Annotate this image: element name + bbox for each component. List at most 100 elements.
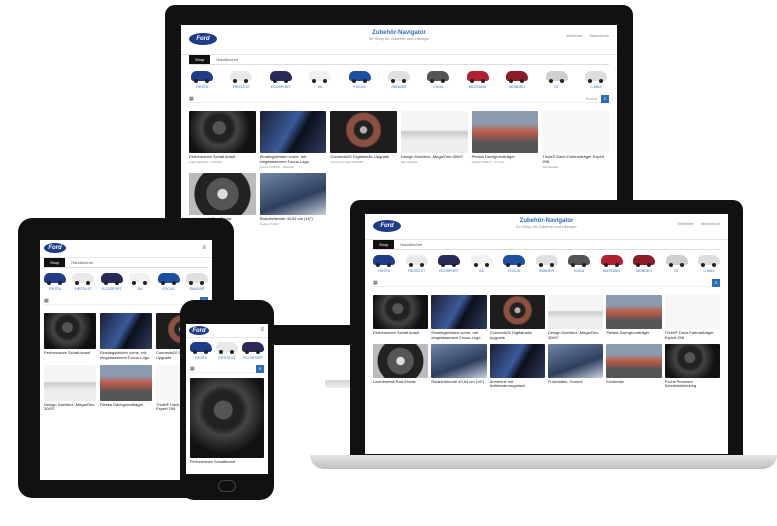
product-name: Fußmatten, Gummi <box>547 378 583 384</box>
model-item[interactable]: FIESTA <box>191 71 213 89</box>
tab-shop[interactable]: Shop <box>189 55 211 64</box>
search-bar: ▦ ⌕ <box>190 364 264 373</box>
tab-handbuecher[interactable]: Handbücher <box>65 258 99 267</box>
model-item[interactable]: FIESTA ST <box>216 342 238 360</box>
tab-shop[interactable]: Shop <box>373 240 395 249</box>
model-item[interactable]: C-MAX <box>584 71 607 89</box>
product-fitment: Alle Modelle <box>542 164 559 169</box>
model-item[interactable]: RANGER <box>535 255 558 273</box>
product-card[interactable]: Connects20 Digitalradio Upgrade <box>489 295 545 341</box>
model-item[interactable]: FOCUS <box>348 71 371 89</box>
link-warenkorb[interactable]: Warenkorb <box>590 33 609 38</box>
car-image <box>584 71 607 83</box>
car-image <box>185 273 208 285</box>
car-image <box>309 71 332 83</box>
product-card[interactable]: Design Dachbox „Mega/Orio 300G“ <box>547 295 604 341</box>
product-card[interactable]: Armlehne mit Aufbewahrungsfach <box>489 343 545 390</box>
ford-logo[interactable]: Ford <box>189 326 209 335</box>
grid-view-icon[interactable]: ▦ <box>189 96 194 102</box>
model-item[interactable]: ECOSPORT <box>438 255 460 273</box>
grid-view-icon[interactable]: ▦ <box>190 366 195 372</box>
model-item[interactable]: RANGER <box>387 71 410 89</box>
product-card[interactable]: Performance Schalt-knauf <box>373 295 429 341</box>
car-image <box>545 71 568 83</box>
phone-product-card[interactable]: Performance Schaltknauf <box>186 376 268 467</box>
product-image <box>100 313 152 349</box>
product-card[interactable]: Performance Schalt-knauf <box>44 313 96 361</box>
product-card[interactable]: Einstiegsleisten vorne, mit eingelassene… <box>259 111 327 169</box>
tab-shop[interactable]: Shop <box>44 258 66 267</box>
model-item[interactable]: KUGA <box>568 255 590 273</box>
product-card[interactable]: Design Dachbox „Mega/Orio 300G“ <box>44 364 96 413</box>
model-item[interactable]: FIESTA <box>190 342 212 360</box>
product-name: Connects20 Digitalradio Upgrade <box>489 330 533 340</box>
model-item[interactable]: GT <box>545 71 568 89</box>
product-card[interactable]: Pleska Dachgrundträger Fiesta 07/2017 – 5… <box>471 111 539 169</box>
model-item[interactable]: MUSTANG <box>600 255 623 273</box>
model-item[interactable]: KUGA <box>427 71 450 89</box>
car-image <box>506 71 529 83</box>
product-card[interactable]: Radzierblende 40,64 cm (16") <box>431 343 487 390</box>
car-image <box>466 71 489 83</box>
product-name: Design Dachbox „Mega/Orio 300G“ <box>44 401 95 412</box>
model-item[interactable]: FIESTA ST <box>405 255 428 273</box>
link-merkliste[interactable]: Merkliste <box>677 221 693 226</box>
model-item[interactable]: FIESTA ST <box>230 71 253 89</box>
model-item[interactable]: KA <box>470 255 493 273</box>
search-icon[interactable]: ⌕ <box>601 94 609 103</box>
tab-bar: Shop Handbücher <box>373 240 720 250</box>
model-item[interactable]: FOCUS <box>503 255 525 273</box>
product-card[interactable]: Pleska Dachgrundträger <box>100 364 152 413</box>
product-card[interactable]: Connects20 Digitalradio Upgrade Transit C… <box>330 111 397 169</box>
product-card[interactable]: Fußmatten, Gummi <box>547 343 604 390</box>
grid-view-icon[interactable]: ▦ <box>44 298 49 304</box>
model-item[interactable]: MONDEO <box>506 71 529 89</box>
model-item[interactable]: ECOSPORT <box>100 273 123 291</box>
car-image <box>72 273 95 285</box>
product-card[interactable]: Pleska Dachgrundträger <box>606 295 662 341</box>
tab-handbuecher[interactable]: Handbücher <box>394 240 428 249</box>
product-card[interactable]: Leichtmetall-Rad-Ersatz <box>373 343 429 390</box>
model-item[interactable]: MUSTANG <box>466 71 489 89</box>
model-label: C-MAX <box>590 85 602 89</box>
product-card[interactable]: Einstiegsleisten vorne, mit eingelassene… <box>431 295 487 341</box>
search-icon[interactable]: ⌕ <box>712 278 720 287</box>
product-fitment: Alle Modelle <box>400 159 418 164</box>
model-item[interactable]: GT <box>665 255 688 273</box>
model-label: MONDEO <box>636 269 652 273</box>
product-card[interactable]: Einstiegsleisten vorne, mit eingelassene… <box>100 313 152 361</box>
ford-logo[interactable]: Ford <box>44 243 66 253</box>
car-image <box>633 255 655 267</box>
model-item[interactable]: ECOSPORT <box>242 342 264 360</box>
menu-icon[interactable]: ≡ <box>202 245 206 251</box>
product-card[interactable]: Design Dachbox „Mega/Orio 300G“ Alle Mode… <box>400 111 468 169</box>
model-item[interactable]: FOCUS <box>157 273 180 291</box>
model-item[interactable]: FIESTA ST <box>72 273 95 291</box>
link-warenkorb[interactable]: Warenkorb <box>701 221 720 226</box>
model-item[interactable]: MONDEO <box>633 255 655 273</box>
grid-view-icon[interactable]: ▦ <box>373 280 378 286</box>
link-merkliste[interactable]: Merkliste <box>566 33 582 38</box>
model-item[interactable]: ECOSPORT <box>269 71 292 89</box>
model-item[interactable]: FIESTA <box>44 273 66 291</box>
laptop-base <box>310 455 777 469</box>
search-input[interactable]: Suche <box>586 96 597 101</box>
tab-handbuecher[interactable]: Handbücher <box>210 55 244 64</box>
product-card[interactable]: Performance Schalt-knauf Kuga 03/2016 – 1… <box>189 111 256 169</box>
product-fitment: Focus 01/2018 – 03/2022 <box>259 164 294 169</box>
product-card[interactable]: Kindersitz <box>606 343 662 390</box>
model-selector: FIESTA FIESTA ST ECOSPORT KA FOCUS RANGER KUGA… <box>365 250 728 275</box>
product-card[interactable]: Focus Premium Schutzbekleidung <box>664 343 720 390</box>
model-item[interactable]: C-MAX <box>698 255 720 273</box>
product-card[interactable]: Thule® Dach-Fahrradträger Expert 298 <box>664 295 720 341</box>
product-grid: Performance Schalt-knauf Einstiegsleisten… <box>365 291 728 393</box>
model-item[interactable]: RANGER <box>185 273 208 291</box>
model-item[interactable]: FIESTA <box>373 255 395 273</box>
search-icon[interactable]: ⌕ <box>256 364 264 373</box>
model-item[interactable]: KA <box>129 273 152 291</box>
product-card[interactable]: Thule® Dach-Fahrradträger Expert 298 Alle… <box>542 111 609 169</box>
menu-icon[interactable]: ≡ <box>260 327 264 333</box>
car-image <box>405 255 428 267</box>
model-item[interactable]: KA <box>309 71 332 89</box>
car-image <box>698 255 720 267</box>
